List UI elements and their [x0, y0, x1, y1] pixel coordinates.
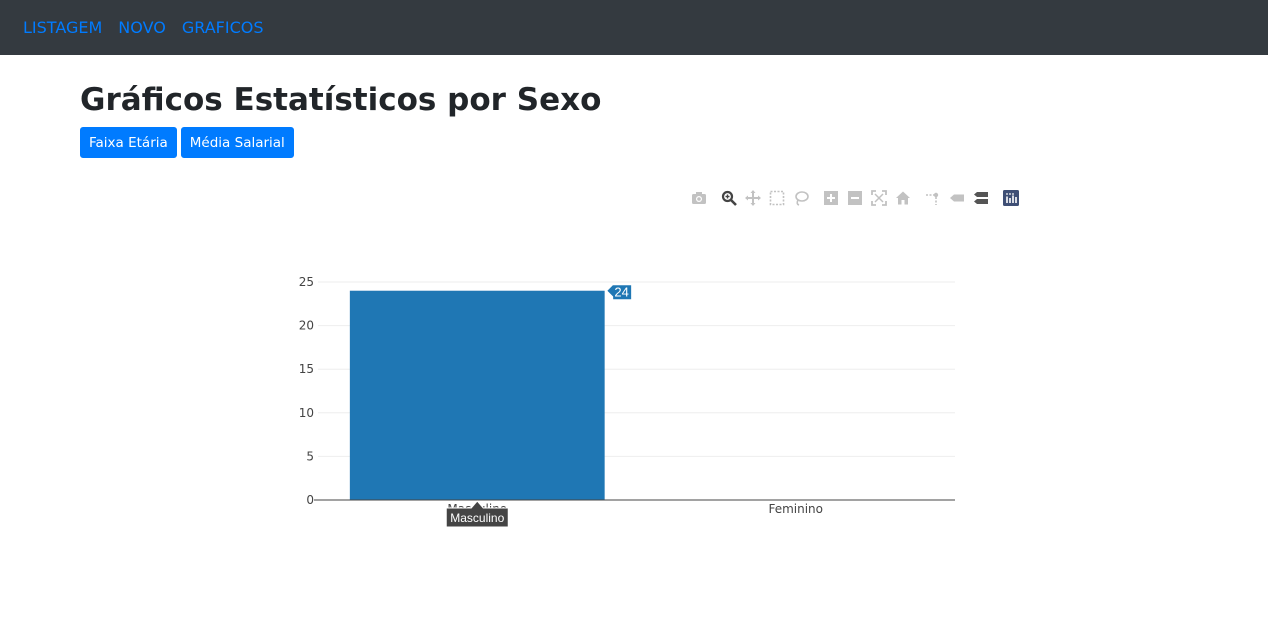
nav-link-listagem[interactable]: LISTAGEM [23, 18, 102, 37]
bar-masculino [349, 290, 605, 500]
y-tick-label: 0 [306, 493, 314, 507]
plotly-logo-icon[interactable] [1002, 189, 1020, 207]
main-container: Gráficos Estatísticos por Sexo Faixa Etá… [80, 55, 1188, 158]
hover-closest-icon[interactable] [948, 189, 966, 207]
y-tick-label: 15 [299, 362, 314, 376]
zoom-out-icon[interactable] [846, 189, 864, 207]
y-tick-label: 25 [299, 275, 314, 289]
plot-modebar [690, 189, 1026, 207]
box-select-icon[interactable] [768, 189, 786, 207]
hover-value-label: 24 [614, 285, 628, 300]
hover-compare-icon[interactable] [972, 189, 990, 207]
pan-icon[interactable] [744, 189, 762, 207]
spike-lines-icon[interactable] [924, 189, 942, 207]
y-tick-label: 20 [299, 319, 314, 333]
home-icon[interactable] [894, 189, 912, 207]
top-navbar: LISTAGEM NOVO GRAFICOS [0, 0, 1268, 55]
lasso-icon[interactable] [792, 189, 810, 207]
zoom-icon[interactable] [720, 189, 738, 207]
nav-link-novo[interactable]: NOVO [118, 18, 166, 37]
faixa-etaria-button[interactable]: Faixa Etária [80, 127, 177, 158]
media-salarial-button[interactable]: Média Salarial [180, 127, 294, 158]
nav-link-graficos[interactable]: GRAFICOS [182, 18, 264, 37]
zoom-in-icon[interactable] [822, 189, 840, 207]
y-tick-label: 10 [299, 406, 314, 420]
chart-selector-buttons: Faixa Etária Média Salarial [80, 127, 1188, 158]
x-tick-label: Feminino [768, 502, 823, 516]
hover-category-label: Masculino [450, 511, 504, 525]
y-tick-label: 5 [306, 449, 314, 463]
page-title: Gráficos Estatísticos por Sexo [80, 82, 602, 118]
camera-icon[interactable] [690, 189, 708, 207]
autoscale-icon[interactable] [870, 189, 888, 207]
